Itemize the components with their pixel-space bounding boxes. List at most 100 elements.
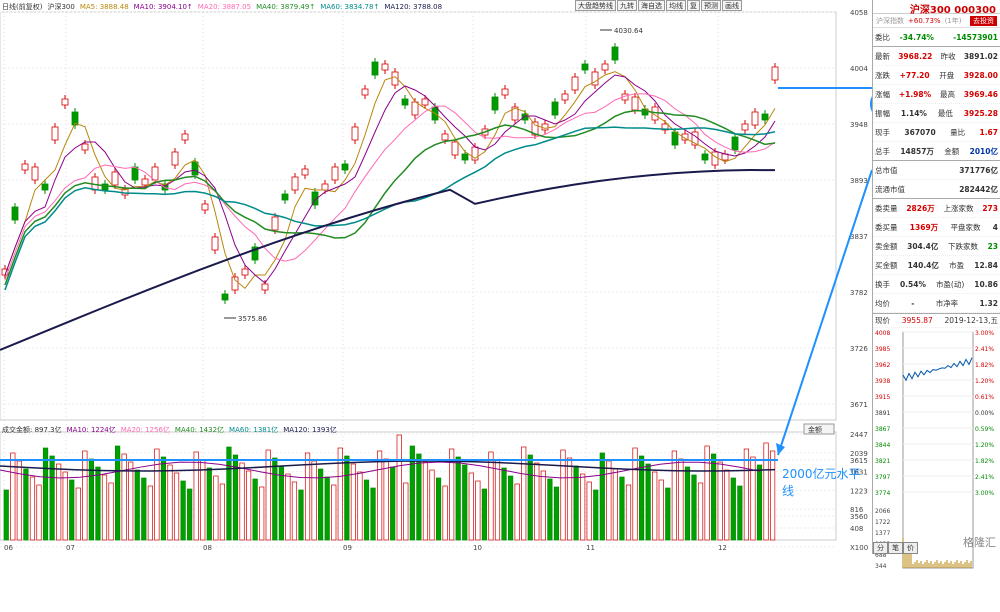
volume-bar (724, 469, 730, 541)
candle (331, 166, 339, 181)
volume-bar (534, 462, 540, 541)
volume-legend-item: MA10: 1224亿 (66, 426, 116, 434)
volume-bar (16, 460, 22, 541)
candle (411, 101, 419, 116)
volume-bar (219, 483, 225, 541)
quote-label: 换手 (875, 279, 890, 289)
candle (731, 136, 739, 151)
intraday-price-tick: 3915 (875, 394, 890, 401)
price-tick: 3782 (850, 289, 868, 297)
kline-legend-item: MA20: 3887.05 (197, 3, 252, 11)
intraday-pct-tick: 3.00% (975, 490, 994, 497)
toolbar-button[interactable]: 预测 (701, 0, 721, 11)
index-type: 沪深指数 (876, 16, 904, 25)
quote-label: 最高 (939, 89, 955, 99)
price-tick: 3671 (850, 401, 868, 409)
quote-row: 卖金额 304.4亿 下跌家数 23 (873, 237, 1000, 256)
panel-tab[interactable]: 笔 (888, 542, 903, 554)
high-label: 4030.64 (614, 27, 643, 35)
quote-label: 量比 (950, 127, 966, 137)
candle (421, 98, 429, 106)
volume-bar (665, 487, 671, 541)
candle (181, 133, 189, 141)
volume-bar (488, 451, 494, 541)
panel-sub: 沪深指数 +60.73% (1年) 去投资 (873, 14, 1000, 28)
volume-bar (462, 464, 468, 541)
price-frame (0, 11, 837, 421)
quote-label: 市盈(动) (935, 279, 965, 289)
quote-label: 买金额 (875, 260, 898, 270)
quote-panel: 沪深300 000300 沪深指数 +60.73% (1年) 去投资 委比 -34… (872, 0, 1000, 570)
intraday-pct-tick: 2.41% (975, 346, 994, 353)
quote-label: 总手 (875, 146, 890, 156)
quote-row: 委买量 1369万 平盘家数 4 (873, 218, 1000, 237)
candle (601, 63, 609, 71)
candle (51, 126, 59, 141)
quote-label: 平盘家数 (950, 222, 981, 232)
intraday-price-tick: 3821 (875, 458, 890, 465)
quote-row: 涨幅 +1.98% 最高 3969.46 (873, 85, 1000, 104)
candle (761, 113, 769, 121)
candle (31, 166, 39, 181)
candle (631, 96, 639, 111)
quote-value: 23 (987, 241, 998, 251)
volume-bar (95, 466, 101, 541)
volume-bar (763, 442, 769, 541)
quote-label: 委买量 (875, 222, 898, 232)
volume-bar (697, 482, 704, 541)
quote-label: 流通市值 (875, 184, 905, 194)
volume-bar (272, 457, 278, 541)
kline-chart[interactable]: 4058 4004 3948 3893 3837 3782 3726 3671 3615 3560… (0, 0, 940, 554)
quote-row: 最新 3968.22 昨收 3891.02 (873, 47, 1000, 66)
volume-bar (429, 469, 435, 541)
quote-value: 273 (982, 203, 998, 213)
intraday-pct-tick: 1.20% (975, 442, 994, 449)
candle (341, 163, 349, 171)
intraday-frame (902, 331, 974, 569)
quote-value: 1.14% (900, 108, 927, 118)
volume-bar (36, 484, 42, 541)
volume-bar (69, 479, 75, 541)
volume-legend-item: 成交金额: 897.3亿 (2, 426, 62, 434)
candle (771, 66, 779, 81)
volume-bar (304, 452, 311, 541)
ma60-line (4, 126, 776, 291)
invest-button[interactable]: 去投资 (970, 15, 997, 26)
price-tick: 3948 (850, 121, 868, 129)
toolbar-button[interactable]: 均线 (666, 0, 686, 11)
candle (271, 216, 279, 231)
candle (751, 111, 759, 126)
quote-label: 最新 (875, 51, 890, 61)
now-value: 3955.87 (901, 316, 933, 325)
panel-tab[interactable]: 价 (903, 542, 918, 554)
candle (611, 46, 619, 61)
toolbar-button[interactable]: 大盘趋势线 (575, 0, 616, 11)
chart-canvas[interactable]: 4058400439483893383737823726367136153560… (0, 0, 940, 554)
quote-value: 2826万 (906, 203, 935, 213)
volume-bar (75, 487, 81, 541)
toolbar-button[interactable]: 九转 (617, 0, 637, 11)
toolbar-button[interactable]: 海自选 (638, 0, 665, 11)
candle (381, 63, 389, 71)
volume-legend-item: MA120: 1393亿 (283, 426, 337, 434)
volume-bar (501, 467, 507, 541)
quote-value: 3969.46 (963, 89, 998, 99)
intraday-chart[interactable]: 4008 3.00% 3985 2.41% 3962 1.82% 3938 1.20% 3915… (873, 328, 1000, 610)
now-row: 现价 3955.87 2019-12-13,五 (873, 313, 1000, 328)
panel-tab[interactable]: 分 (873, 542, 888, 554)
volume-bar (101, 474, 108, 541)
volume-tick: 2447 (850, 431, 868, 439)
candle (61, 98, 69, 106)
candle (301, 168, 309, 176)
volume-bar (285, 473, 291, 541)
toolbar-button[interactable]: 画线 (722, 0, 742, 11)
volume-bar (311, 460, 317, 541)
volume-bar (717, 461, 723, 541)
quote-value: 1369万 (909, 222, 939, 232)
candle (281, 193, 289, 201)
toolbar-button[interactable]: 复 (687, 0, 700, 11)
quote-row: 现手 367070 量比 1.67 (873, 123, 1000, 142)
volume-bar (730, 477, 736, 541)
volume-bar (291, 481, 298, 541)
quote-value: 3925.28 (963, 108, 998, 118)
